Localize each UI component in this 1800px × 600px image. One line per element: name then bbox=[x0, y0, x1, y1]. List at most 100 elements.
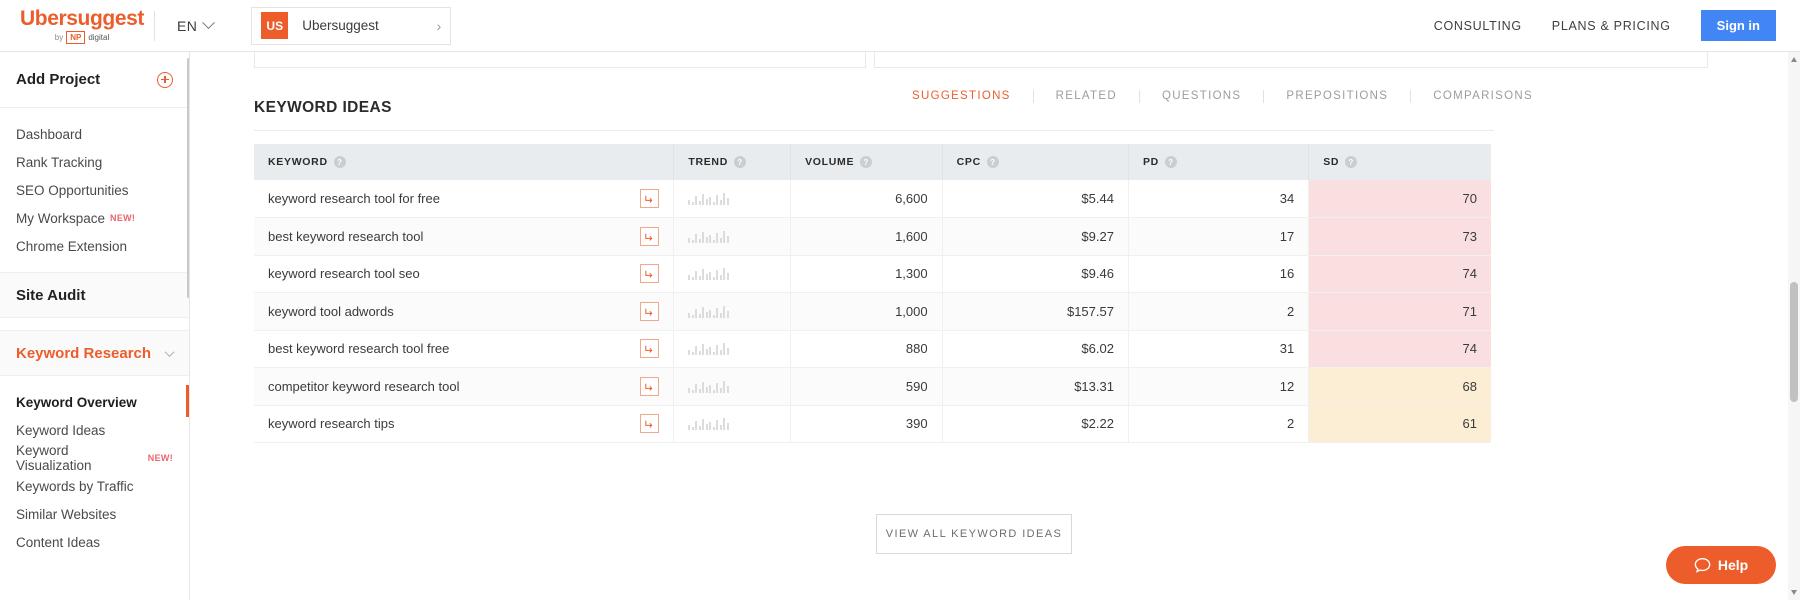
table-head: KEYWORD ? TREND ? VOLUME ? CPC ? PD ? SD… bbox=[254, 144, 1491, 180]
table-row[interactable]: keyword research tool seo 1,300 $9.46 16 74 bbox=[254, 255, 1491, 293]
table-row[interactable]: best keyword research tool 1,600 $9.27 17 73 bbox=[254, 217, 1491, 256]
keyword-text: best keyword research tool free bbox=[268, 341, 450, 357]
sidebar-section-keyword-research[interactable]: Keyword Research bbox=[0, 330, 189, 376]
table-header-row: KEYWORD ? TREND ? VOLUME ? CPC ? PD ? SD… bbox=[254, 144, 1491, 180]
column-header-cpc[interactable]: CPC ? bbox=[942, 144, 1129, 180]
cell-cpc: $2.22 bbox=[942, 405, 1129, 443]
sidebar-item-content-ideas[interactable]: Content Ideas bbox=[0, 528, 189, 556]
cell-volume: 1,000 bbox=[790, 292, 943, 331]
column-label: PD bbox=[1142, 156, 1159, 168]
tab-related[interactable]: RELATED bbox=[1034, 90, 1140, 103]
sidebar-item-keyword-overview[interactable]: Keyword Overview bbox=[0, 385, 189, 417]
trend-sparkline bbox=[688, 342, 776, 356]
open-keyword-icon[interactable] bbox=[640, 264, 660, 284]
chevron-down-icon bbox=[164, 346, 175, 357]
sidebar-item-dashboard[interactable]: Dashboard bbox=[0, 120, 189, 148]
sidebar-item-label: Keywords by Traffic bbox=[16, 478, 134, 494]
scroll-down-arrow-icon[interactable] bbox=[1790, 590, 1797, 595]
open-keyword-icon[interactable] bbox=[640, 189, 660, 208]
column-header-sd[interactable]: SD ? bbox=[1308, 144, 1491, 180]
help-icon[interactable]: ? bbox=[1345, 156, 1358, 168]
cell-keyword[interactable]: keyword research tool seo bbox=[254, 255, 675, 293]
help-icon[interactable]: ? bbox=[1164, 156, 1177, 168]
sidebar-item-keyword-visualization[interactable]: Keyword Visualization NEW! bbox=[0, 443, 189, 473]
project-selector[interactable]: US Ubersuggest › bbox=[251, 6, 452, 45]
cell-keyword[interactable]: best keyword research tool free bbox=[254, 330, 675, 368]
cell-trend bbox=[673, 292, 792, 331]
nav-spacer-mid2 bbox=[0, 318, 189, 330]
sidebar-item-my-workspace[interactable]: My Workspace NEW! bbox=[0, 204, 189, 232]
cell-trend bbox=[673, 405, 792, 443]
open-keyword-icon[interactable] bbox=[640, 339, 660, 359]
cell-keyword[interactable]: keyword research tips bbox=[254, 405, 675, 443]
cell-keyword[interactable]: best keyword research tool bbox=[254, 217, 675, 256]
nav-spacer-mid bbox=[0, 260, 189, 272]
cell-volume: 880 bbox=[790, 330, 943, 368]
cell-sd: 74 bbox=[1308, 330, 1491, 368]
sidebar-item-label: Keyword Overview bbox=[16, 394, 137, 410]
scroll-up-arrow-icon[interactable] bbox=[1790, 57, 1797, 62]
keyword-text: competitor keyword research tool bbox=[268, 378, 460, 394]
table-row[interactable]: best keyword research tool free 880 $6.02 3… bbox=[254, 330, 1491, 368]
column-header-keyword[interactable]: KEYWORD ? bbox=[254, 144, 675, 180]
sidebar-item-similar-websites[interactable]: Similar Websites bbox=[0, 500, 189, 528]
sidebar-item-keywords-by-traffic[interactable]: Keywords by Traffic bbox=[0, 472, 189, 500]
cell-trend bbox=[673, 330, 792, 368]
plus-circle-icon[interactable] bbox=[157, 71, 173, 88]
table-row[interactable]: competitor keyword research tool 590 $13.3… bbox=[254, 367, 1491, 406]
tab-prepositions[interactable]: PREPOSITIONS bbox=[1264, 90, 1412, 103]
tab-questions[interactable]: QUESTIONS bbox=[1140, 90, 1265, 103]
view-all-keyword-ideas-button[interactable]: VIEW ALL KEYWORD IDEAS bbox=[876, 514, 1072, 554]
sidebar-item-seo-opportunities[interactable]: SEO Opportunities bbox=[0, 176, 189, 204]
sidebar-item-label: My Workspace bbox=[16, 210, 106, 226]
cell-keyword[interactable]: keyword research tool for free bbox=[254, 180, 675, 218]
nav-link-plans-pricing[interactable]: PLANS & PRICING bbox=[1552, 19, 1671, 33]
nav-link-consulting[interactable]: CONSULTING bbox=[1434, 19, 1522, 33]
help-icon[interactable]: ? bbox=[734, 156, 746, 168]
nav-spacer-top bbox=[0, 108, 189, 120]
sidebar-item-chrome-extension[interactable]: Chrome Extension bbox=[0, 232, 189, 260]
open-keyword-icon[interactable] bbox=[640, 301, 660, 321]
cell-sd: 74 bbox=[1308, 255, 1491, 293]
cell-volume: 1,600 bbox=[790, 217, 943, 256]
cell-volume: 6,600 bbox=[790, 180, 943, 218]
tab-suggestions[interactable]: SUGGESTIONS bbox=[890, 90, 1034, 103]
language-selector[interactable]: EN bbox=[177, 16, 216, 34]
help-icon[interactable]: ? bbox=[860, 156, 873, 168]
column-header-trend[interactable]: TREND ? bbox=[673, 144, 792, 180]
sidebar-item-keyword-ideas[interactable]: Keyword Ideas bbox=[0, 416, 189, 444]
table-row[interactable]: keyword research tool for free 6,600 $5.44… bbox=[254, 180, 1491, 218]
sidebar: Add Project Dashboard Rank Tracking SEO … bbox=[0, 52, 190, 600]
sidebar-item-label: Rank Tracking bbox=[16, 154, 103, 170]
cell-keyword[interactable]: keyword tool adwords bbox=[254, 292, 675, 331]
cell-keyword[interactable]: competitor keyword research tool bbox=[254, 367, 675, 406]
page-scrollbar[interactable] bbox=[1788, 52, 1800, 600]
open-keyword-icon[interactable] bbox=[640, 414, 660, 434]
help-widget-button[interactable]: Help bbox=[1666, 546, 1776, 584]
open-keyword-icon[interactable] bbox=[640, 376, 660, 396]
help-icon[interactable]: ? bbox=[986, 156, 999, 168]
trend-sparkline bbox=[688, 417, 776, 431]
cell-pd: 16 bbox=[1128, 255, 1310, 293]
help-icon[interactable]: ? bbox=[333, 156, 346, 168]
sign-in-button[interactable]: Sign in bbox=[1700, 10, 1776, 41]
logo-subtitle: by NP digital bbox=[18, 30, 146, 44]
sidebar-item-rank-tracking[interactable]: Rank Tracking bbox=[0, 148, 189, 176]
column-header-volume[interactable]: VOLUME ? bbox=[790, 144, 943, 180]
sidebar-scrollbar-thumb[interactable] bbox=[187, 58, 189, 298]
tab-comparisons[interactable]: COMPARISONS bbox=[1411, 90, 1533, 103]
section-label: Keyword Research bbox=[16, 344, 152, 362]
ubersuggest-logo[interactable]: Ubersuggest by NP digital bbox=[18, 7, 146, 44]
new-badge: NEW! bbox=[110, 213, 136, 223]
open-keyword-icon[interactable] bbox=[640, 226, 660, 246]
keyword-text: keyword research tips bbox=[268, 416, 395, 432]
country-badge-icon: US bbox=[261, 12, 289, 39]
table-row[interactable]: keyword research tips 390 $2.22 2 61 bbox=[254, 405, 1491, 443]
column-header-pd[interactable]: PD ? bbox=[1128, 144, 1310, 180]
table-body: keyword research tool for free 6,600 $5.44… bbox=[254, 180, 1491, 443]
table-row[interactable]: keyword tool adwords 1,000 $157.57 2 71 bbox=[254, 292, 1491, 331]
add-project-button[interactable]: Add Project bbox=[0, 52, 189, 108]
scrollbar-thumb[interactable] bbox=[1790, 282, 1798, 402]
cell-cpc: $13.31 bbox=[942, 367, 1129, 406]
sidebar-section-site-audit[interactable]: Site Audit bbox=[0, 272, 189, 318]
